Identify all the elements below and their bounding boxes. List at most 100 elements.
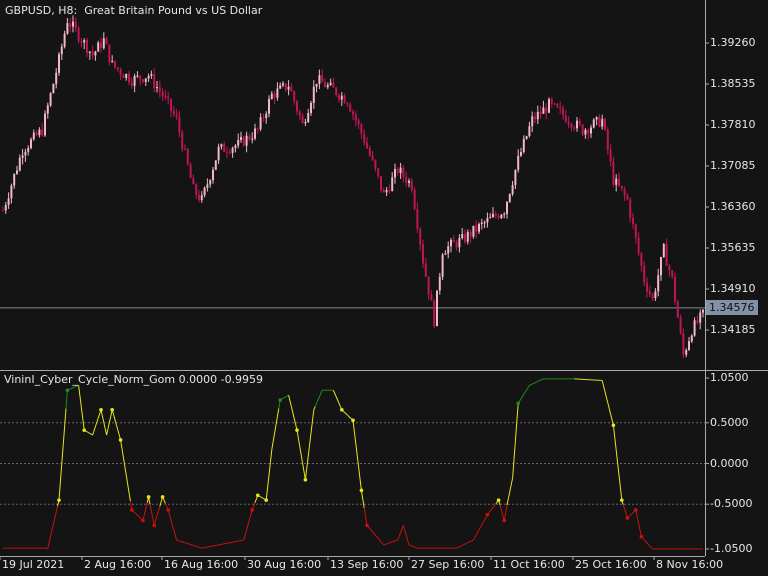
candle-bull <box>44 113 46 136</box>
candle-bear <box>41 129 44 136</box>
candle-bull <box>111 60 114 62</box>
indicator-line-segment <box>413 546 415 548</box>
candle-bull <box>265 113 268 119</box>
candle-bear <box>643 265 646 283</box>
candle-bull <box>483 222 486 224</box>
indicator-signal-dot <box>351 418 355 423</box>
candle-bull <box>548 99 550 113</box>
current-price-label: 1.34576 <box>706 299 758 315</box>
time-label: 19 Jul 2021 <box>2 558 65 571</box>
candle-bull <box>279 85 282 89</box>
candle-bull <box>525 136 528 139</box>
indicator-line-segment <box>284 396 287 398</box>
indicator-line-segment <box>282 397 285 399</box>
candle-bear <box>668 265 671 271</box>
candle-bull <box>245 135 248 146</box>
indicator-signal-dot <box>82 428 86 432</box>
candle-bull <box>450 240 452 247</box>
candle-bull <box>657 275 660 292</box>
candle-bull <box>136 75 139 77</box>
indicator-line-segment <box>534 381 537 384</box>
indicator-line-segment <box>411 545 414 547</box>
candle-bull <box>66 23 69 34</box>
chart-canvas[interactable] <box>0 0 768 576</box>
indicator-signal-dot <box>502 518 507 523</box>
candle-bull <box>536 111 539 120</box>
candle-bull <box>315 83 318 87</box>
price-tick-label: 1.36360 <box>710 199 756 213</box>
candle-bear <box>360 124 363 134</box>
candle-bull <box>203 187 206 196</box>
candle-bull <box>234 145 237 149</box>
candle-bear <box>122 74 125 78</box>
candle-bear <box>108 44 111 62</box>
candle-bull <box>94 51 97 56</box>
time-label: 16 Aug 16:00 <box>164 558 239 571</box>
indicator-line-segment <box>74 386 76 388</box>
indicator-tick-label: 1.0500 <box>710 371 749 385</box>
candle-bear <box>545 107 548 113</box>
candle-bull <box>576 120 578 129</box>
indicator-tick-label: 0.0000 <box>710 456 749 470</box>
candle-bull <box>699 312 702 323</box>
candle-bull <box>508 193 511 202</box>
indicator-line-segment <box>414 546 417 549</box>
candle-bear <box>130 82 133 86</box>
candle-bear <box>648 291 651 295</box>
candle-bear <box>100 42 102 49</box>
candle-bear <box>598 116 601 127</box>
candle-bear <box>612 161 615 185</box>
candle-bear <box>564 115 567 123</box>
candle-bull <box>231 148 234 153</box>
candle-bull <box>590 127 592 134</box>
candle-bear <box>346 103 349 105</box>
candle-bear <box>464 233 466 242</box>
candle-bull <box>46 105 49 114</box>
candle-bull <box>660 257 662 276</box>
candle-bear <box>35 132 38 136</box>
candle-bull <box>511 185 514 194</box>
candle-bull <box>268 99 270 114</box>
candle-bear <box>609 149 612 162</box>
candle-bull <box>503 213 506 215</box>
candle-bull <box>200 195 203 201</box>
candle-bull <box>72 21 74 27</box>
candle-bull <box>584 129 587 135</box>
candle-bear <box>74 21 77 29</box>
candle-bear <box>164 96 167 98</box>
candle-bear <box>534 116 536 120</box>
candle-bull <box>88 51 91 54</box>
indicator-line-segment <box>263 498 266 500</box>
candle-bull <box>329 82 332 85</box>
candle-bear <box>494 213 497 216</box>
indicator-line-segment <box>471 539 474 542</box>
chart-window[interactable]: GBPUSD, H8: Great Britain Pound vs US Do… <box>0 0 768 576</box>
candle-bear <box>357 120 360 125</box>
candle-bear <box>184 148 186 150</box>
candle-bull <box>212 169 214 181</box>
candle-bull <box>13 173 16 186</box>
candle-bull <box>326 84 329 88</box>
indicator-signal-dot <box>264 498 269 502</box>
candle-bull <box>209 180 212 185</box>
time-label: 8 Nov 16:00 <box>656 558 724 571</box>
indicator-line-segment <box>529 384 532 386</box>
symbol-description: Great Britain Pound vs US Dollar <box>84 4 263 17</box>
candle-bear <box>324 82 326 88</box>
candle-bull <box>254 128 256 139</box>
time-label: 11 Oct 16:00 <box>493 558 565 571</box>
candle-bear <box>604 118 606 130</box>
candle-bull <box>58 54 60 73</box>
candle-bull <box>97 42 100 52</box>
candle-bear <box>226 151 228 153</box>
candle-bear <box>86 40 88 54</box>
indicator-value-1: 0.0000 <box>178 373 218 386</box>
candle-bull <box>480 222 483 224</box>
candle-bull <box>514 169 517 186</box>
indicator-line-segment <box>460 544 463 547</box>
indicator-line-segment <box>408 544 411 546</box>
candle-bear <box>402 167 405 177</box>
candle-bear <box>419 228 422 245</box>
candle-bear <box>567 122 570 124</box>
indicator-signal-dot <box>340 407 344 412</box>
